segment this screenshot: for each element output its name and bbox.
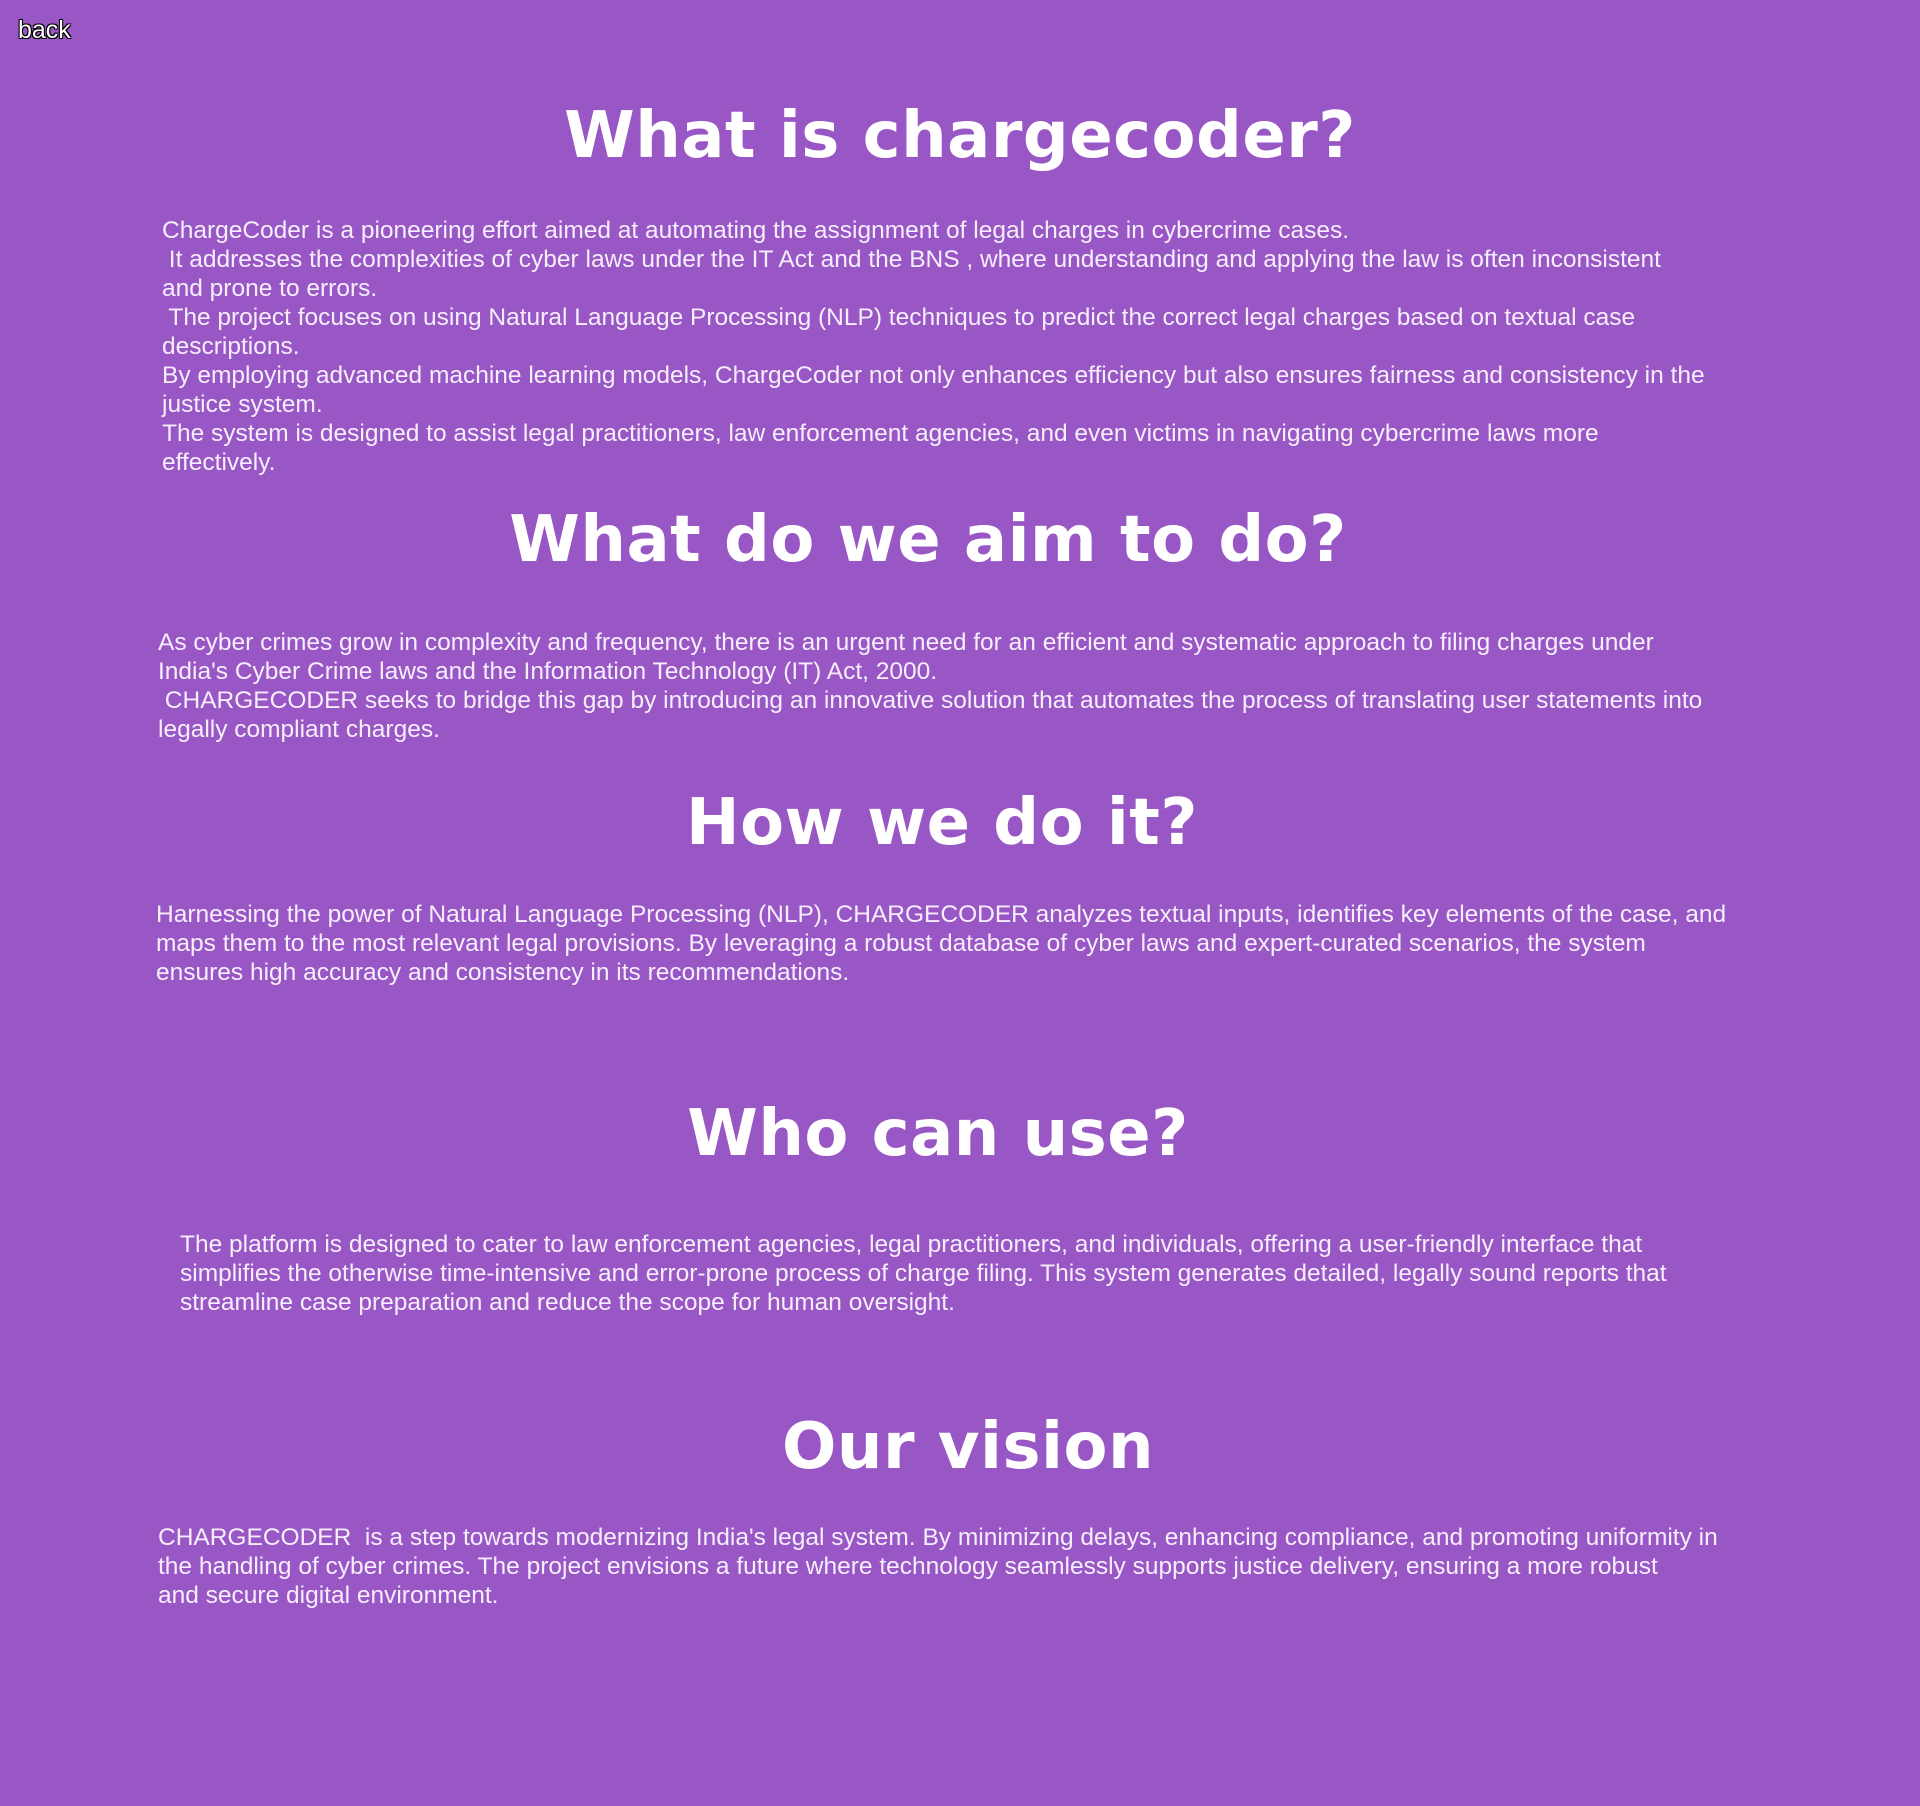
back-link[interactable]: back bbox=[18, 16, 71, 45]
body-line: effectively. bbox=[162, 449, 276, 476]
body-line: As cyber crimes grow in complexity and f… bbox=[158, 629, 1654, 656]
body-line: streamline case preparation and reduce t… bbox=[180, 1289, 955, 1316]
body-line: India's Cyber Crime laws and the Informa… bbox=[158, 658, 938, 685]
body-line: ensures high accuracy and consistency in… bbox=[156, 959, 850, 986]
section-body-what-is: ChargeCoder is a pioneering effort aimed… bbox=[162, 216, 1762, 477]
section-heading-how: How we do it? bbox=[686, 786, 1198, 860]
body-line: By employing advanced machine learning m… bbox=[162, 362, 1705, 389]
section-heading-who: Who can use? bbox=[687, 1097, 1189, 1171]
body-line: It addresses the complexities of cyber l… bbox=[162, 246, 1661, 273]
body-line: The project focuses on using Natural Lan… bbox=[162, 304, 1636, 331]
body-line: ChargeCoder is a pioneering effort aimed… bbox=[162, 217, 1350, 244]
section-heading-what-is: What is chargecoder? bbox=[564, 99, 1356, 173]
body-line: simplifies the otherwise time-intensive … bbox=[180, 1260, 1667, 1287]
section-heading-vision: Our vision bbox=[781, 1410, 1155, 1484]
section-body-who: The platform is designed to cater to law… bbox=[180, 1230, 1780, 1317]
body-line: CHARGECODER is a step towards modernizin… bbox=[158, 1524, 1718, 1551]
body-line: and secure digital environment. bbox=[158, 1582, 499, 1609]
body-line: legally compliant charges. bbox=[158, 716, 440, 743]
body-line: descriptions. bbox=[162, 333, 300, 360]
section-body-aim: As cyber crimes grow in complexity and f… bbox=[158, 628, 1758, 744]
body-line: maps them to the most relevant legal pro… bbox=[156, 930, 1646, 957]
section-body-how: Harnessing the power of Natural Language… bbox=[156, 900, 1756, 987]
body-line: Harnessing the power of Natural Language… bbox=[156, 901, 1727, 928]
body-line: the handling of cyber crimes. The projec… bbox=[158, 1553, 1658, 1580]
section-heading-aim: What do we aim to do? bbox=[509, 503, 1347, 577]
body-line: justice system. bbox=[162, 391, 323, 418]
body-line: The system is designed to assist legal p… bbox=[162, 420, 1599, 447]
body-line: The platform is designed to cater to law… bbox=[180, 1231, 1643, 1258]
section-body-vision: CHARGECODER is a step towards modernizin… bbox=[158, 1523, 1758, 1610]
body-line: and prone to errors. bbox=[162, 275, 378, 302]
body-line: CHARGECODER seeks to bridge this gap by … bbox=[158, 687, 1703, 714]
